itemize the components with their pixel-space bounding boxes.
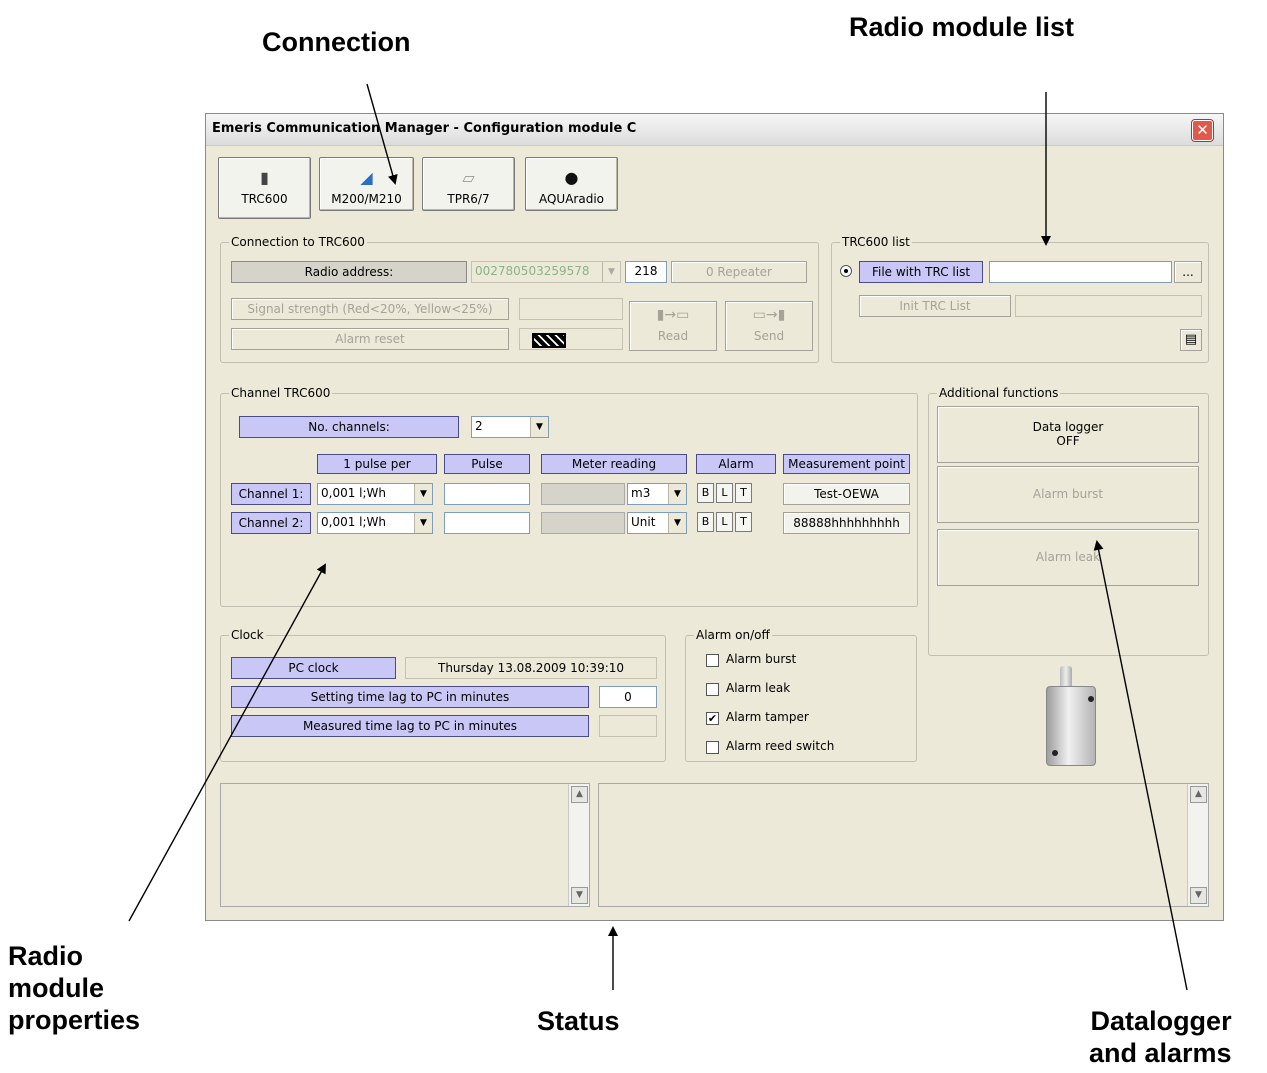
arrow-radio-module-properties [128, 563, 326, 922]
arrow-connection [366, 83, 398, 185]
callout-arrows [128, 83, 1188, 991]
arrow-datalogger [1093, 540, 1188, 991]
